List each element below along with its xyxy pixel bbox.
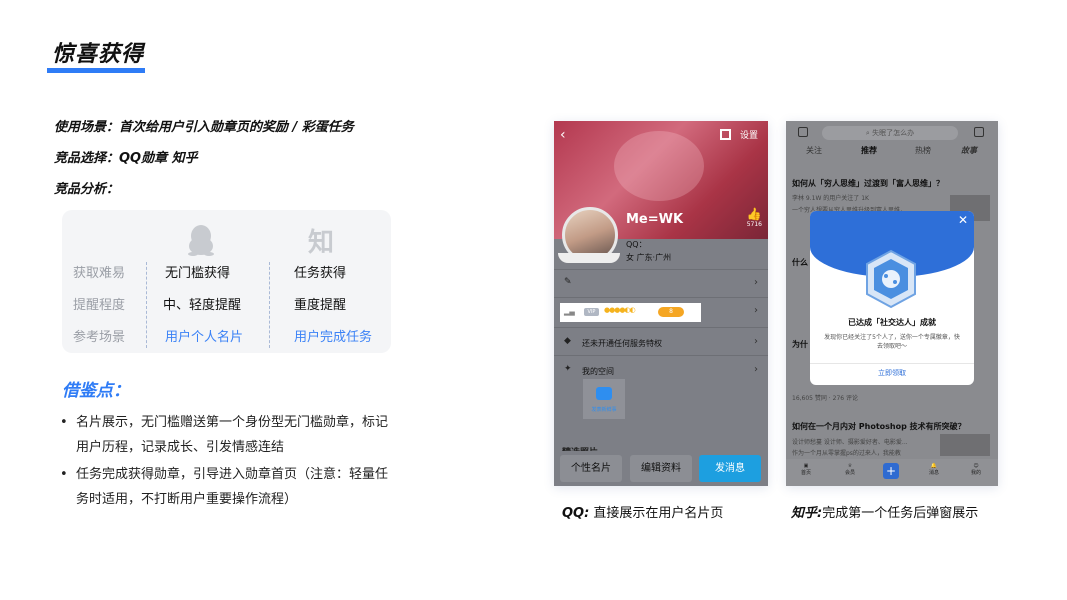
signal-icon: ▂▄ — [564, 308, 575, 316]
thumb-up-icon: 👍 — [746, 207, 762, 221]
chevron-right-icon: › — [754, 364, 758, 375]
tab-recommend[interactable]: 推荐 — [861, 145, 877, 156]
tab-hot[interactable]: 热榜 — [915, 145, 931, 156]
qq-caption-text: 直接展示在用户名片页 — [593, 506, 724, 521]
tab-follow[interactable]: 关注 — [806, 145, 822, 156]
title-underline — [47, 68, 145, 73]
comparison-card: 知 获取难易 无门槛获得 任务获得 提醒程度 中、轻度提醒 重度提醒 参考场景 … — [62, 210, 391, 353]
vertical-divider-1 — [146, 262, 147, 348]
close-icon[interactable]: ✕ — [958, 213, 968, 227]
tab-home[interactable]: ▣ 首页 — [794, 463, 818, 476]
row-label-reminder: 提醒程度 — [73, 298, 126, 313]
privilege-row[interactable]: ◆ 还未开通任何服务特权 › — [554, 330, 768, 356]
send-message-button[interactable]: 发消息 — [699, 455, 761, 482]
edit-profile-button[interactable]: 编辑资料 — [630, 455, 692, 482]
camera-icon — [596, 387, 612, 400]
answer-meta: 李林 9.1W 的用户关注了 1K — [792, 195, 869, 202]
page-title: 惊喜获得 — [52, 42, 145, 67]
signature-row[interactable]: ✎ › — [554, 271, 768, 297]
zhihu-logo-icon: 知 — [307, 227, 334, 258]
qr-code-icon[interactable] — [720, 129, 731, 140]
check-box-icon[interactable] — [974, 127, 984, 137]
answer-stats: 16,605 赞同 · 276 评论 — [792, 395, 858, 402]
avatar-book — [558, 253, 620, 263]
post-update-tile[interactable]: 发表新鲜事 — [583, 379, 625, 419]
vertical-divider-2 — [269, 262, 270, 348]
modal-description: 发现你已经关注了5个人了，送你一个专属徽章，快去领取吧～ — [824, 334, 960, 350]
feed-question[interactable]: 如何从「穷人思维」过渡到「富人思维」？ — [792, 178, 972, 189]
create-plus-button[interactable]: + — [883, 463, 899, 479]
pencil-icon: ✎ — [564, 277, 572, 287]
lessons-heading: 借鉴点： — [62, 381, 130, 401]
diamond-icon: ◆ — [564, 336, 571, 346]
zhihu-caption: 知乎:完成第一个任务后弹窗展示 — [791, 502, 978, 521]
qq-profile-screenshot: ‹ 设置 Me=WK 👍 5716 QQ： 女 广东·广州 ✎ › ▂▄ VIP … — [554, 121, 768, 486]
cell-qq-scene: 用户个人名片 — [165, 330, 244, 345]
modal-title: 已达成「社交达人」成就 — [848, 318, 936, 327]
tab-member[interactable]: ♕ 会员 — [838, 463, 862, 476]
tab-messages[interactable]: 🔔 消息 — [922, 463, 946, 476]
answer-thumbnail — [940, 434, 990, 456]
qq-caption: QQ: 直接展示在用户名片页 — [562, 502, 723, 521]
lesson-item: • 名片展示，无门槛赠送第一个身份型无门槛勋章，标记用户历程，记录成长、引发情感连… — [60, 415, 389, 455]
tab-me[interactable]: ☺ 我的 — [964, 463, 988, 476]
lesson-item: • 任务完成获得勋章，引导进入勋章首页（注意：轻量任务时适用，不打断用户重要操作流… — [60, 467, 389, 507]
usage-line: 使用场景：首次给用户引入勋章页的奖励 / 彩蛋任务 — [54, 120, 354, 135]
achievement-modal: ✕ 已达成「社交达人」成就 发现你已经关注了5个人了，送你一个专属徽章，快去领取… — [810, 211, 974, 385]
profile-nickname: Me=WK — [626, 212, 684, 227]
profile-card-button[interactable]: 个性名片 — [560, 455, 622, 482]
feed-tabs: 关注 推荐 热榜 故事 — [786, 145, 998, 161]
like-counter[interactable]: 👍 5716 — [747, 207, 762, 228]
cell-zhihu-difficulty: 任务获得 — [294, 266, 347, 281]
cell-zhihu-scene: 用户完成任务 — [294, 330, 373, 345]
cell-zhihu-reminder: 重度提醒 — [294, 298, 347, 313]
zhihu-caption-text: 完成第一个任务后弹窗展示 — [822, 506, 979, 521]
calendar-icon[interactable] — [798, 127, 808, 137]
zhihu-caption-brand: 知乎: — [791, 506, 823, 521]
modal-divider — [810, 363, 974, 364]
badges-strip[interactable]: ▂▄ VIP ●●●●◐◐ 8 — [560, 303, 701, 322]
achievement-badge-icon — [866, 249, 916, 309]
row-label-scene: 参考场景 — [73, 330, 126, 345]
settings-link[interactable]: 设置 — [740, 128, 758, 141]
cell-qq-difficulty: 无门槛获得 — [165, 266, 231, 281]
analysis-line: 竞品分析： — [54, 182, 120, 197]
answer-excerpt: 作为一个月从零掌握ps的过来人，我能教 — [792, 450, 901, 457]
cell-qq-reminder: 中、轻度提醒 — [163, 298, 242, 313]
back-icon[interactable]: ‹ — [560, 127, 566, 143]
qq-caption-brand: QQ: — [562, 506, 590, 521]
chevron-right-icon: › — [754, 336, 758, 347]
competitors-line: 竞品选择：QQ勋章 知乎 — [54, 151, 198, 166]
row-label-difficulty: 获取难易 — [73, 266, 126, 281]
chevron-right-icon: › — [754, 305, 758, 316]
star-icon: ✦ — [564, 364, 572, 374]
feed-question[interactable]: 如何在一个月内对 Photoshop 技术有所突破？ — [792, 421, 972, 432]
vip-badge: VIP — [584, 308, 599, 316]
level-pill: 8 — [658, 307, 684, 317]
answer-meta: 设计师愁蔓 设计师、摄影爱好者、电影爱... — [792, 439, 908, 446]
bottom-bar: 个性名片 编辑资料 发消息 — [554, 451, 768, 486]
qq-penguin-icon — [186, 222, 216, 258]
qq-number-label: QQ： — [626, 240, 647, 249]
level-icons: ●●●●◐◐ — [604, 306, 636, 314]
chevron-right-icon: › — [754, 277, 758, 288]
like-count: 5716 — [746, 221, 762, 228]
gender-location: 女 广东·广州 — [626, 253, 672, 262]
tab-bar: ▣ 首页 ♕ 会员 + 🔔 消息 ☺ 我的 — [786, 459, 998, 486]
tab-story[interactable]: 故事 — [961, 145, 977, 156]
claim-button[interactable]: 立即领取 — [810, 368, 974, 378]
search-bar[interactable]: ⌕ 失眠了怎么办 — [822, 126, 958, 140]
